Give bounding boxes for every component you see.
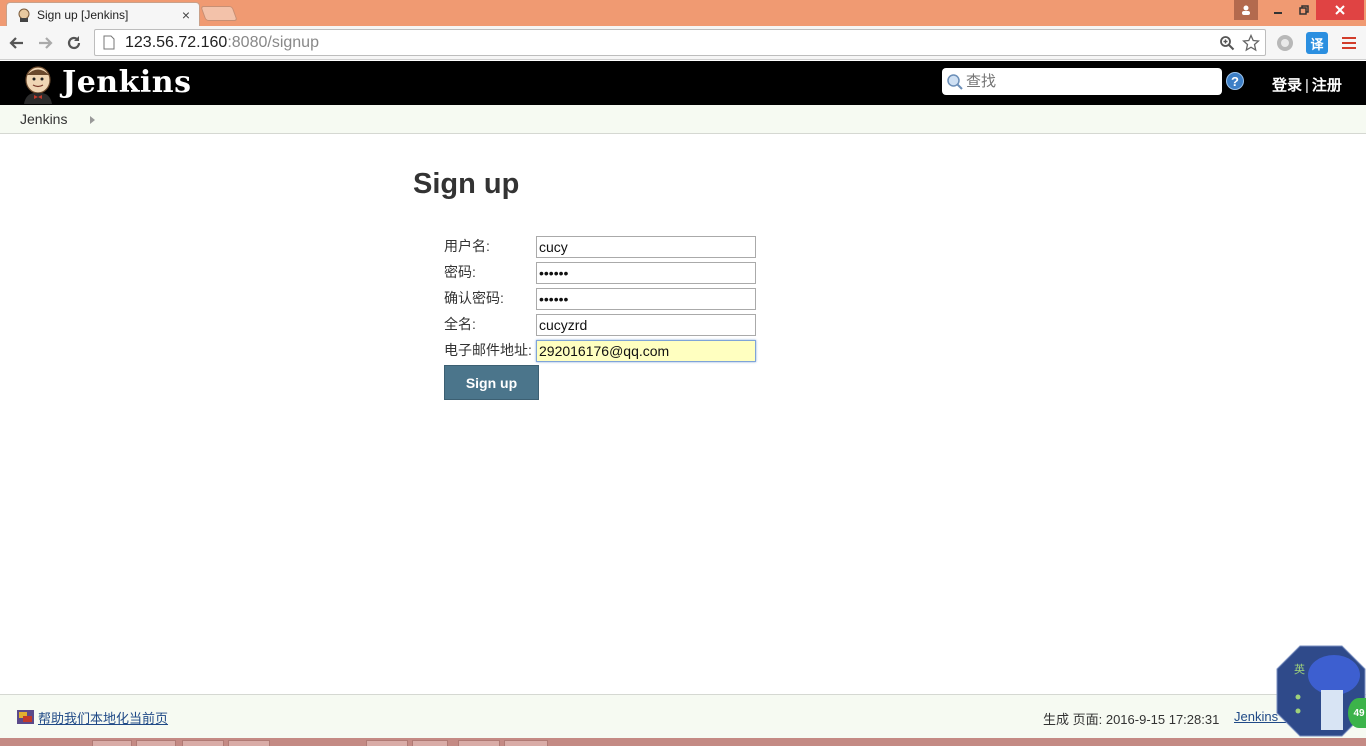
translate-extension-icon[interactable]: 译 <box>1306 32 1328 54</box>
search-input[interactable] <box>966 73 1206 90</box>
auth-links: 登录 | 注册 <box>1272 74 1342 95</box>
auth-separator: | <box>1305 77 1309 94</box>
breadcrumb-item-jenkins[interactable]: Jenkins <box>20 111 67 127</box>
email-field[interactable] <box>536 340 756 362</box>
breadcrumb-arrow-icon[interactable] <box>90 116 95 124</box>
url-text[interactable]: 123.56.72.160:8080/signup <box>125 34 1217 52</box>
jenkins-brand-title[interactable]: Jenkins <box>62 65 191 100</box>
back-arrow-icon[interactable] <box>5 31 29 55</box>
page-title: Sign up <box>413 168 520 200</box>
forward-arrow-icon[interactable] <box>33 31 57 55</box>
browser-titlebar: Sign up [Jenkins] × <box>0 0 1366 26</box>
jenkins-favicon-icon <box>17 8 31 22</box>
password-row: 密码: <box>444 262 764 284</box>
ime-language-icon: 英 <box>1294 662 1305 676</box>
browser-toolbar: 123.56.72.160:8080/signup 译 <box>0 26 1366 60</box>
fullname-field[interactable] <box>536 314 756 336</box>
user-profile-icon[interactable] <box>1234 0 1258 20</box>
globe-extension-icon[interactable] <box>1274 32 1296 54</box>
taskbar-item[interactable] <box>182 740 224 746</box>
page-footer: 帮助我们本地化当前页 生成 页面: 2016-9-15 17:28:31 Jen… <box>0 694 1366 738</box>
username-field[interactable] <box>536 236 756 258</box>
taskbar-item[interactable] <box>136 740 176 746</box>
browser-menu-icon[interactable] <box>1338 32 1360 54</box>
tab-title: Sign up [Jenkins] <box>37 7 129 22</box>
localize-page-link[interactable]: 帮助我们本地化当前页 <box>38 708 168 727</box>
taskbar-item[interactable] <box>366 740 408 746</box>
jenkins-butler-logo-icon[interactable] <box>20 64 56 104</box>
minimize-icon[interactable] <box>1266 0 1290 20</box>
taskbar-item[interactable] <box>412 740 448 746</box>
new-tab-button[interactable] <box>200 6 238 21</box>
ime-status-badge[interactable]: 49 <box>1348 698 1366 728</box>
url-host: 123.56.72.160 <box>125 33 228 51</box>
username-label: 用户名: <box>444 238 490 254</box>
breadcrumb: Jenkins <box>0 105 1366 134</box>
confirm-password-row: 确认密码: <box>444 288 764 310</box>
tab-close-icon[interactable]: × <box>177 7 195 23</box>
confirm-password-field[interactable] <box>536 288 756 310</box>
bookmark-star-icon[interactable] <box>1241 33 1261 53</box>
address-bar[interactable]: 123.56.72.160:8080/signup <box>94 29 1266 56</box>
taskbar-item[interactable] <box>228 740 270 746</box>
jenkins-header: Jenkins ? 登录|注册 <box>0 61 1366 105</box>
fullname-label: 全名: <box>444 316 476 332</box>
zoom-icon[interactable] <box>1217 33 1237 53</box>
restore-icon[interactable] <box>1292 0 1316 20</box>
email-row: 电子邮件地址: <box>444 340 764 362</box>
page-icon <box>103 35 117 51</box>
search-icon <box>946 73 964 91</box>
email-label: 电子邮件地址: <box>444 342 532 358</box>
fullname-row: 全名: <box>444 314 764 336</box>
username-row: 用户名: <box>444 236 764 258</box>
password-field[interactable] <box>536 262 756 284</box>
localization-icon <box>17 710 34 724</box>
url-path: :8080/signup <box>227 33 319 51</box>
window-close-icon[interactable] <box>1316 0 1364 20</box>
login-link[interactable]: 登录 <box>1272 77 1302 94</box>
search-box <box>942 68 1222 95</box>
help-icon[interactable]: ? <box>1226 72 1244 90</box>
taskbar-item[interactable] <box>504 740 548 746</box>
reload-icon[interactable] <box>62 31 86 55</box>
generated-timestamp: 生成 页面: 2016-9-15 17:28:31 <box>1043 712 1220 727</box>
taskbar-item[interactable] <box>458 740 500 746</box>
password-label: 密码: <box>444 264 476 280</box>
register-link[interactable]: 注册 <box>1312 77 1342 94</box>
browser-tab[interactable]: Sign up [Jenkins] × <box>6 2 200 26</box>
sign-up-button[interactable]: Sign up <box>444 365 539 400</box>
taskbar-item[interactable] <box>92 740 132 746</box>
confirm-password-label: 确认密码: <box>444 290 504 306</box>
